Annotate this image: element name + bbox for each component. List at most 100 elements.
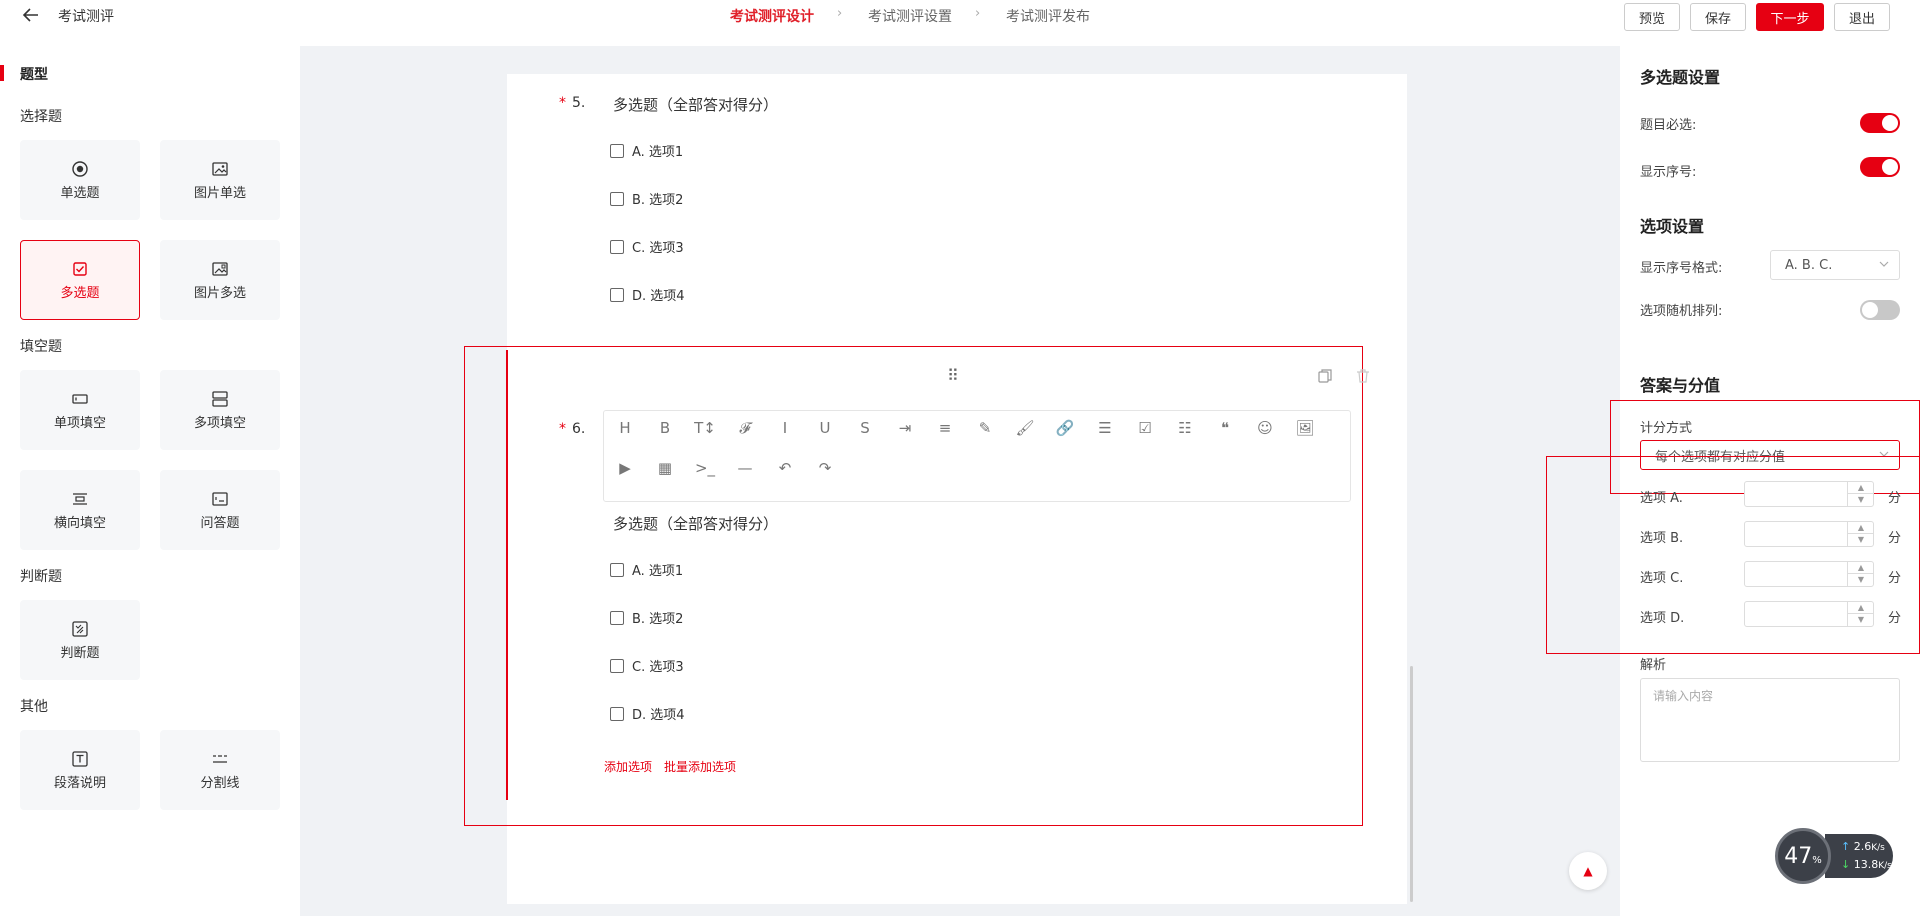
strikethrough-icon[interactable]: S bbox=[854, 417, 876, 439]
question-title[interactable]: 多选题（全部答对得分） bbox=[613, 513, 778, 534]
step-design[interactable]: 考试测评设计 bbox=[730, 6, 814, 26]
tile-divider[interactable]: 分割线 bbox=[160, 730, 280, 810]
batch-add-option-link[interactable]: 批量添加选项 bbox=[664, 758, 736, 775]
scroll-to-top-button[interactable]: ▲ bbox=[1569, 852, 1607, 890]
spin-down-icon[interactable]: ▼ bbox=[1848, 494, 1874, 506]
option-item[interactable]: D. 选项4 bbox=[610, 704, 685, 723]
quote-icon[interactable]: ❝ bbox=[1214, 417, 1236, 439]
tile-horizontal-fill[interactable]: 横向填空 bbox=[20, 470, 140, 550]
scoring-method-select[interactable]: 每个选项都有对应分值 bbox=[1640, 440, 1900, 470]
checkbox[interactable] bbox=[610, 287, 624, 302]
font-family-icon[interactable]: 𝓕 bbox=[734, 417, 756, 439]
number-format-select[interactable]: A. B. C. bbox=[1770, 250, 1900, 280]
next-step-button[interactable]: 下一步 bbox=[1756, 3, 1824, 31]
option-item[interactable]: A. 选项1 bbox=[610, 141, 683, 160]
align-icon[interactable]: ☷ bbox=[1174, 417, 1196, 439]
checkbox[interactable] bbox=[610, 658, 624, 673]
option-item[interactable]: C. 选项3 bbox=[610, 656, 684, 675]
back-arrow-icon[interactable] bbox=[22, 6, 40, 24]
number-spinner[interactable]: ▲ ▼ bbox=[1847, 602, 1874, 626]
font-size-icon[interactable]: T↕ bbox=[694, 417, 716, 439]
checkbox[interactable] bbox=[610, 610, 624, 625]
heading-icon[interactable]: H bbox=[614, 417, 636, 439]
spin-down-icon[interactable]: ▼ bbox=[1848, 614, 1874, 626]
group-label-choice: 选择题 bbox=[20, 109, 62, 125]
option-score-input[interactable]: ▲ ▼ bbox=[1744, 601, 1874, 627]
analysis-textarea[interactable]: 请输入内容 bbox=[1640, 678, 1900, 762]
option-score-input[interactable]: ▲ ▼ bbox=[1744, 481, 1874, 507]
step-settings[interactable]: 考试测评设置 bbox=[868, 6, 952, 26]
option-score-input[interactable]: ▲ ▼ bbox=[1744, 561, 1874, 587]
code-icon[interactable]: >_ bbox=[694, 457, 716, 479]
preview-button[interactable]: 预览 bbox=[1624, 3, 1680, 31]
canvas-scrollbar[interactable] bbox=[1410, 666, 1413, 902]
brush-icon[interactable]: 🖌 bbox=[1014, 417, 1036, 439]
tile-image-single[interactable]: 图片单选 bbox=[160, 140, 280, 220]
random-order-toggle[interactable] bbox=[1860, 300, 1900, 320]
image-icon[interactable]: 🖼 bbox=[1294, 417, 1316, 439]
analysis-placeholder: 请输入内容 bbox=[1653, 689, 1714, 703]
upload-rate: ↑ 2.6K/s bbox=[1841, 838, 1893, 856]
option-item[interactable]: B. 选项2 bbox=[610, 608, 683, 627]
video-icon[interactable]: ▶ bbox=[614, 457, 636, 479]
spin-down-icon[interactable]: ▼ bbox=[1848, 534, 1874, 546]
redo-icon[interactable]: ↷ bbox=[814, 457, 836, 479]
question-title[interactable]: 多选题（全部答对得分） bbox=[613, 94, 778, 115]
tile-single-fill[interactable]: 单项填空 bbox=[20, 370, 140, 450]
line-height-icon[interactable]: ≡ bbox=[934, 417, 956, 439]
checkbox[interactable] bbox=[610, 239, 624, 254]
rich-text-editor[interactable]: H B T↕ 𝓕 I U S ⇥ ≡ ✎ 🖌 🔗 ☰ ☑ ☷ ❝ ☺ 🖼 ▶ ▦ >_ — ↶ ↷ bbox=[603, 410, 1351, 502]
checkbox[interactable] bbox=[610, 562, 624, 577]
underline-icon[interactable]: U bbox=[814, 417, 836, 439]
option-item[interactable]: A. 选项1 bbox=[610, 560, 683, 579]
checkbox[interactable] bbox=[610, 191, 624, 206]
spin-down-icon[interactable]: ▼ bbox=[1848, 574, 1874, 586]
tile-multi-fill[interactable]: 多项填空 bbox=[160, 370, 280, 450]
checklist-icon[interactable]: ☑ bbox=[1134, 417, 1156, 439]
upload-arrow-icon: ↑ bbox=[1841, 840, 1851, 853]
emoji-icon[interactable]: ☺ bbox=[1254, 417, 1276, 439]
spin-up-icon[interactable]: ▲ bbox=[1848, 522, 1874, 534]
tile-qa[interactable]: 问答题 bbox=[160, 470, 280, 550]
undo-icon[interactable]: ↶ bbox=[774, 457, 796, 479]
option-score-input[interactable]: ▲ ▼ bbox=[1744, 521, 1874, 547]
step-publish[interactable]: 考试测评发布 bbox=[1006, 6, 1090, 26]
tile-paragraph[interactable]: 段落说明 bbox=[20, 730, 140, 810]
spin-up-icon[interactable]: ▲ bbox=[1848, 562, 1874, 574]
copy-icon[interactable] bbox=[1317, 368, 1333, 384]
show-number-toggle[interactable] bbox=[1860, 157, 1900, 177]
number-spinner[interactable]: ▲ ▼ bbox=[1847, 562, 1874, 586]
save-button[interactable]: 保存 bbox=[1690, 3, 1746, 31]
add-option-link[interactable]: 添加选项 bbox=[604, 758, 652, 775]
number-spinner[interactable]: ▲ ▼ bbox=[1847, 482, 1874, 506]
italic-icon[interactable]: I bbox=[774, 417, 796, 439]
option-item[interactable]: B. 选项2 bbox=[610, 189, 683, 208]
tile-multi-choice[interactable]: 多选题 bbox=[20, 240, 140, 320]
image-radio-icon bbox=[212, 161, 228, 176]
table-icon[interactable]: ▦ bbox=[654, 457, 676, 479]
number-spinner[interactable]: ▲ ▼ bbox=[1847, 522, 1874, 546]
horizontal-rule-icon[interactable]: — bbox=[734, 457, 756, 479]
bold-icon[interactable]: B bbox=[654, 417, 676, 439]
delete-icon[interactable] bbox=[1355, 368, 1371, 384]
exit-button[interactable]: 退出 bbox=[1834, 3, 1890, 31]
spin-up-icon[interactable]: ▲ bbox=[1848, 482, 1874, 494]
required-toggle[interactable] bbox=[1860, 113, 1900, 133]
checkbox[interactable] bbox=[610, 706, 624, 721]
pen-icon[interactable]: ✎ bbox=[974, 417, 996, 439]
tile-single-choice[interactable]: 单选题 bbox=[20, 140, 140, 220]
spin-up-icon[interactable]: ▲ bbox=[1848, 602, 1874, 614]
question-number: * 6. bbox=[559, 421, 585, 437]
option-item[interactable]: D. 选项4 bbox=[610, 285, 685, 304]
checkbox[interactable] bbox=[610, 143, 624, 158]
link-icon[interactable]: 🔗 bbox=[1054, 417, 1076, 439]
tile-judge[interactable]: 判断题 bbox=[20, 600, 140, 680]
tile-image-multi[interactable]: 图片多选 bbox=[160, 240, 280, 320]
option-item[interactable]: C. 选项3 bbox=[610, 237, 684, 256]
indent-icon[interactable]: ⇥ bbox=[894, 417, 916, 439]
score-unit: 分 bbox=[1888, 571, 1902, 586]
list-icon[interactable]: ☰ bbox=[1094, 417, 1116, 439]
network-speed-widget[interactable]: ↑ 2.6K/s ↓ 13.8K/s 47% bbox=[1775, 828, 1895, 884]
radio-icon bbox=[72, 160, 88, 177]
drag-handle-icon[interactable]: ⠿ bbox=[947, 366, 959, 385]
